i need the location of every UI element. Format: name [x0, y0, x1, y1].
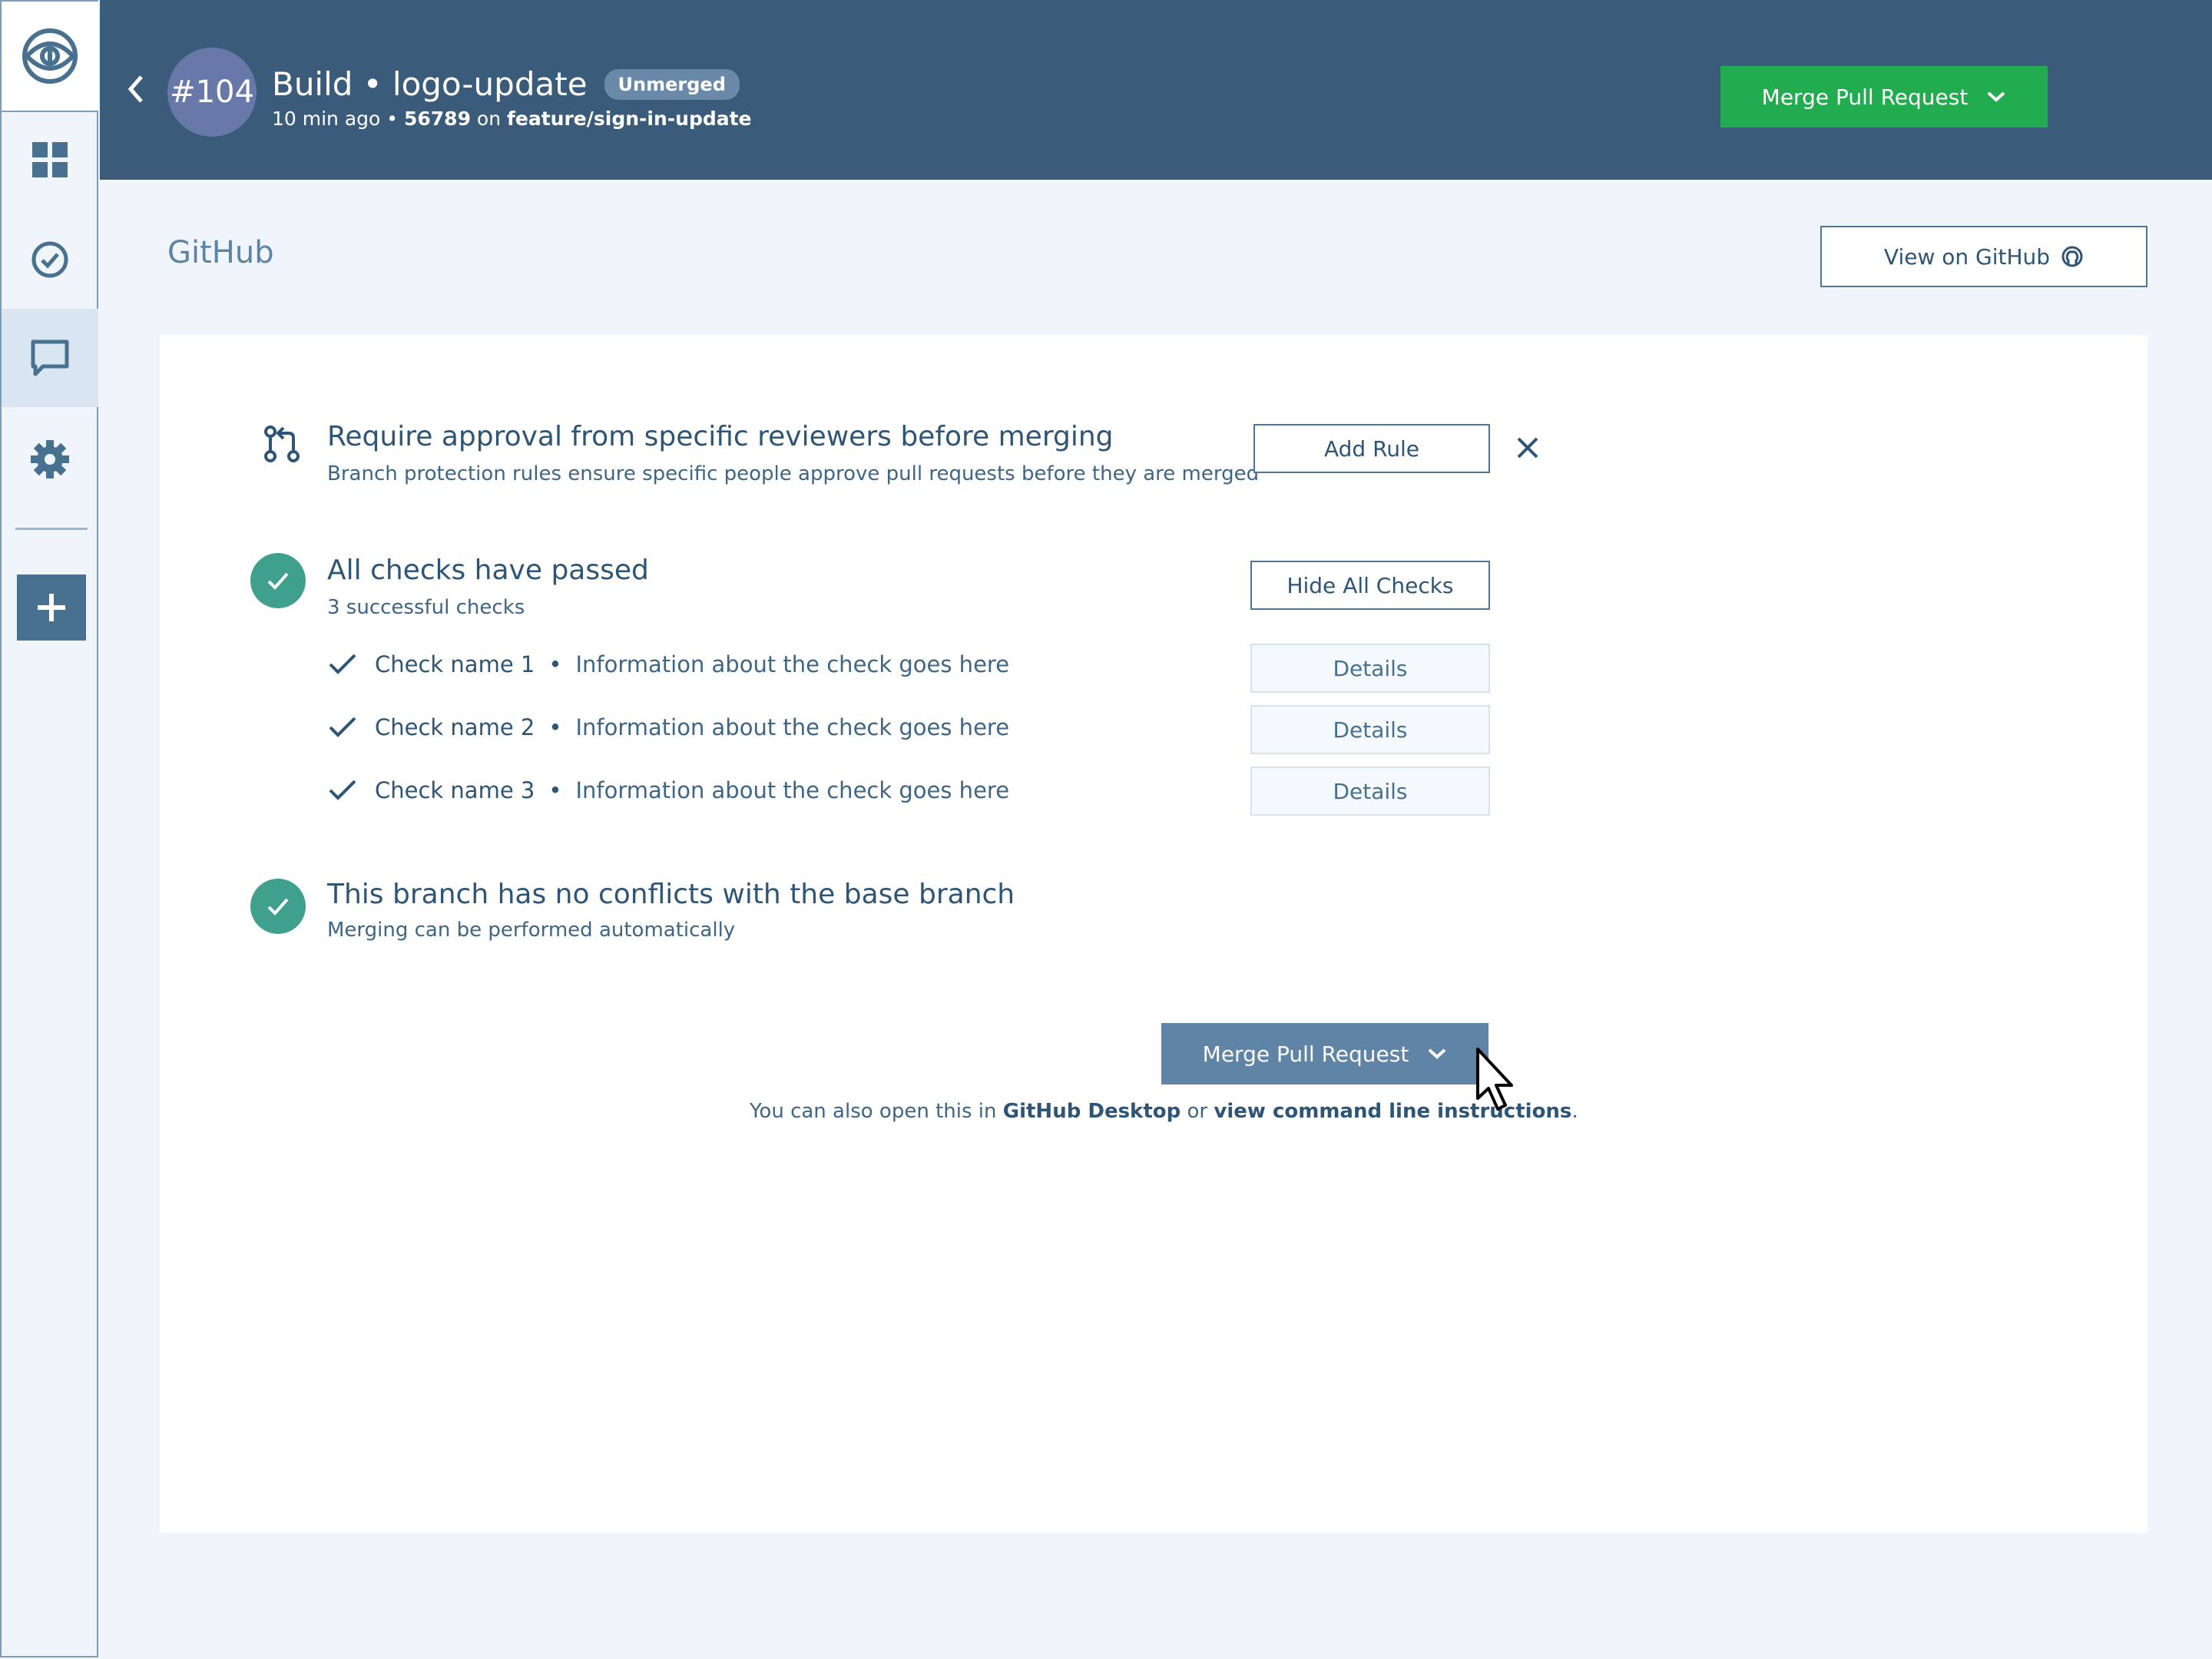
view-on-github-button[interactable]: View on GitHub: [1820, 226, 2147, 287]
conflicts-title: This branch has no conflicts with the ba…: [327, 879, 1015, 910]
commit-id[interactable]: 56789: [404, 108, 471, 130]
check-name: Check name 3: [375, 777, 535, 803]
github-icon: [2061, 246, 2083, 267]
rule-title: Require approval from specific reviewers…: [327, 421, 1114, 452]
app-logo[interactable]: [2, 2, 98, 112]
status-badge: Unmerged: [604, 69, 740, 100]
sidebar-item-comments[interactable]: [2, 309, 98, 407]
check-circle-icon: [31, 241, 68, 278]
pr-title: Build • logo-update: [272, 65, 588, 103]
time-ago: 10 min ago: [272, 108, 381, 130]
chevron-left-icon: [127, 75, 143, 103]
check-icon: [329, 780, 356, 800]
close-icon[interactable]: [1515, 435, 1541, 461]
check-info: Information about the check goes here: [575, 651, 1010, 677]
checks-passed-icon: [250, 553, 306, 608]
check-name: Check name 1: [375, 651, 535, 677]
merge-pull-request-button-bottom[interactable]: Merge Pull Request: [1161, 1023, 1488, 1084]
rule-subtitle: Branch protection rules ensure specific …: [327, 462, 1260, 485]
add-button[interactable]: [17, 575, 86, 641]
page-title: GitHub: [167, 235, 274, 270]
merge-panel: Require approval from specific reviewers…: [160, 335, 2147, 1533]
pr-number-avatar: #104: [167, 48, 257, 137]
check-icon: [329, 717, 356, 737]
command-line-link[interactable]: view command line instructions: [1214, 1100, 1571, 1123]
plus-icon: [38, 594, 65, 621]
sidebar-item-checks[interactable]: [2, 210, 98, 309]
comment-icon: [31, 339, 69, 376]
check-info: Information about the check goes here: [575, 714, 1010, 740]
check-icon: [329, 654, 356, 674]
dashboard-icon: [32, 142, 68, 177]
sidebar-item-settings[interactable]: [2, 410, 98, 508]
chevron-down-icon: [1987, 91, 2005, 102]
sidebar: [0, 0, 98, 1657]
conflicts-subtitle: Merging can be performed automatically: [327, 919, 736, 942]
checks-title: All checks have passed: [327, 555, 649, 586]
check-item: Check name 3 • Information about the che…: [327, 777, 1009, 803]
checkmark-icon: [267, 898, 289, 916]
sidebar-item-dashboard[interactable]: [2, 111, 98, 209]
check-name: Check name 2: [375, 714, 535, 740]
check-details-button[interactable]: Details: [1250, 767, 1490, 816]
eye-logo-icon: [22, 28, 78, 84]
check-details-button[interactable]: Details: [1250, 705, 1490, 754]
pr-meta: 10 min ago • 56789 on feature/sign-in-up…: [272, 108, 752, 130]
check-info: Information about the check goes here: [575, 777, 1010, 803]
check-item: Check name 1 • Information about the che…: [327, 651, 1009, 677]
branch-name[interactable]: feature/sign-in-update: [507, 108, 752, 130]
add-rule-button[interactable]: Add Rule: [1253, 424, 1490, 473]
merge-pull-request-button[interactable]: Merge Pull Request: [1720, 66, 2048, 127]
gear-icon: [31, 440, 69, 478]
pull-request-icon: [264, 426, 300, 462]
hide-all-checks-button[interactable]: Hide All Checks: [1250, 561, 1490, 610]
checkmark-icon: [267, 572, 289, 590]
open-elsewhere-note: You can also open this in GitHub Desktop…: [750, 1100, 1578, 1123]
check-item: Check name 2 • Information about the che…: [327, 714, 1009, 740]
checks-subtitle: 3 successful checks: [327, 596, 525, 619]
no-conflicts-icon: [250, 879, 306, 934]
github-desktop-link[interactable]: GitHub Desktop: [1003, 1100, 1181, 1123]
chevron-down-icon: [1428, 1048, 1446, 1059]
mouse-cursor-icon: [1476, 1048, 1513, 1111]
sidebar-divider: [15, 528, 88, 530]
back-button[interactable]: [124, 72, 147, 109]
check-details-button[interactable]: Details: [1250, 644, 1490, 693]
